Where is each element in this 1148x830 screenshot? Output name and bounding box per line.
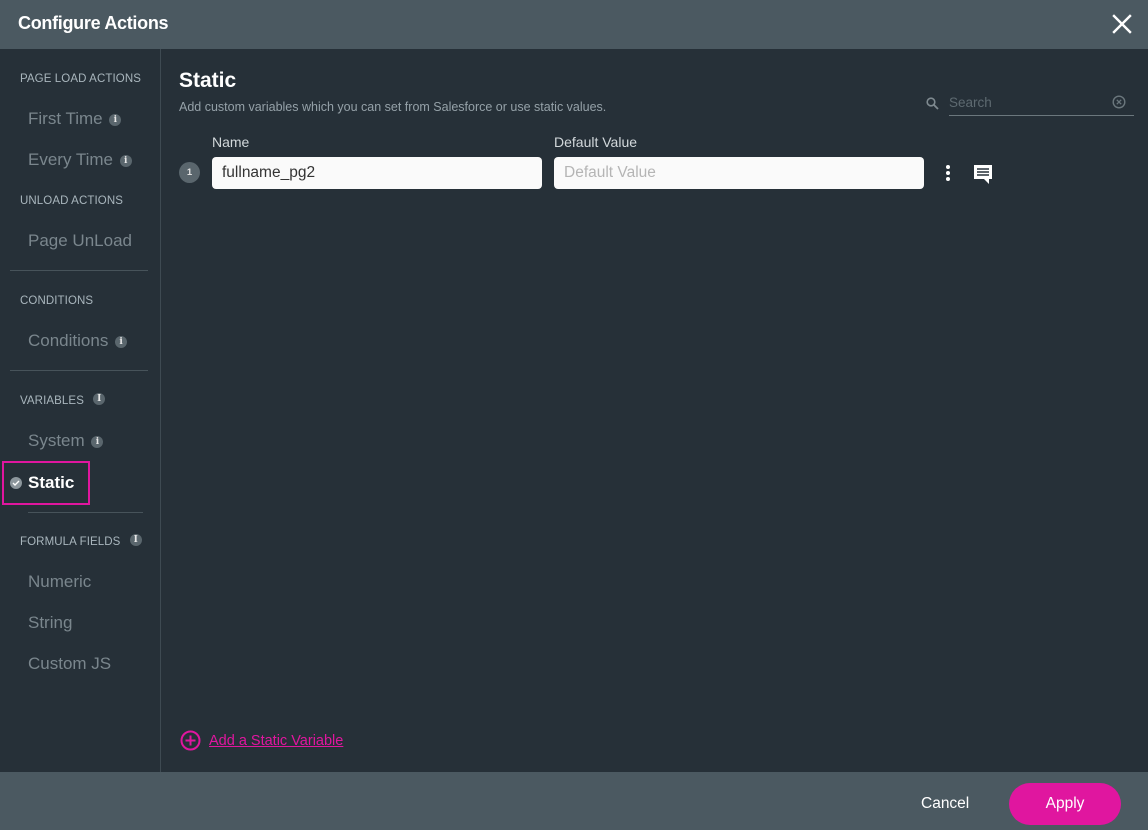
section-label-text: VARIABLES — [20, 395, 84, 407]
more-vertical-icon — [946, 165, 950, 181]
comment-icon — [974, 165, 992, 184]
section-label-page-load: PAGE LOAD ACTIONS — [20, 73, 141, 85]
add-static-variable-label: Add a Static Variable — [209, 732, 344, 749]
close-button[interactable] — [1110, 12, 1134, 36]
section-label-text: FORMULA FIELDS — [20, 536, 121, 548]
cancel-button[interactable]: Cancel — [921, 795, 969, 813]
sidebar-item-first-time[interactable]: First Time i — [28, 109, 122, 129]
check-icon — [10, 477, 22, 489]
sidebar-item-label: Static — [28, 473, 75, 492]
page-subtitle: Add custom variables which you can set f… — [179, 100, 607, 114]
sidebar-item-label: System — [28, 431, 85, 450]
sidebar-item-system[interactable]: System i — [28, 431, 104, 451]
add-static-variable-link[interactable]: Add a Static Variable — [180, 730, 343, 751]
search-icon — [926, 97, 939, 110]
sidebar-item-label: String — [28, 613, 73, 632]
sidebar-item-page-unload[interactable]: Page UnLoad — [28, 231, 132, 251]
search-box — [926, 91, 1134, 117]
sidebar-item-numeric[interactable]: Numeric — [28, 572, 91, 592]
divider — [10, 270, 148, 271]
section-label-formula-fields: FORMULA FIELDS i — [20, 533, 142, 548]
variable-name-input[interactable] — [212, 157, 542, 189]
column-label-name: Name — [212, 134, 250, 150]
search-input[interactable] — [949, 91, 1099, 113]
sidebar-item-every-time[interactable]: Every Time i — [28, 150, 132, 170]
sidebar-item-label: Page UnLoad — [28, 231, 132, 250]
main-panel: Static Add custom variables which you ca… — [162, 49, 1148, 772]
sidebar-item-static[interactable]: Static — [10, 473, 74, 493]
sidebar-item-string[interactable]: String — [28, 613, 72, 633]
divider — [10, 370, 148, 371]
section-label-unload: UNLOAD ACTIONS — [20, 195, 124, 207]
info-icon[interactable]: i — [91, 435, 104, 448]
dialog-header: Configure Actions — [0, 0, 1148, 49]
close-icon — [1112, 14, 1132, 34]
divider — [28, 512, 143, 513]
info-icon[interactable]: i — [93, 392, 106, 405]
sidebar-item-custom-js[interactable]: Custom JS — [28, 654, 111, 674]
sidebar: PAGE LOAD ACTIONS First Time i Every Tim… — [0, 49, 161, 772]
sidebar-item-label: First Time — [28, 109, 103, 128]
comment-button[interactable] — [972, 163, 994, 190]
sidebar-item-label: Conditions — [28, 331, 109, 350]
info-icon[interactable]: i — [129, 533, 142, 546]
info-icon[interactable]: i — [109, 113, 122, 126]
add-circle-icon — [180, 730, 201, 751]
sidebar-item-conditions[interactable]: Conditions i — [28, 331, 128, 351]
info-icon[interactable]: i — [115, 335, 128, 348]
section-label-variables: VARIABLES i — [20, 392, 106, 407]
row-menu-button[interactable] — [940, 162, 956, 184]
apply-button[interactable]: Apply — [1009, 783, 1121, 825]
row-number-badge: 1 — [179, 162, 200, 183]
page-title: Static — [179, 69, 237, 92]
column-label-default-value: Default Value — [554, 134, 638, 150]
sidebar-item-label: Custom JS — [28, 654, 112, 673]
sidebar-item-label: Numeric — [28, 572, 92, 591]
clear-search-icon[interactable] — [1112, 95, 1126, 109]
default-value-input[interactable] — [554, 157, 924, 189]
section-label-conditions: CONDITIONS — [20, 295, 94, 307]
dialog-footer: Cancel Apply — [0, 772, 1148, 830]
info-icon[interactable]: i — [119, 154, 132, 167]
sidebar-item-label: Every Time — [28, 150, 114, 169]
dialog-title: Configure Actions — [18, 13, 169, 33]
